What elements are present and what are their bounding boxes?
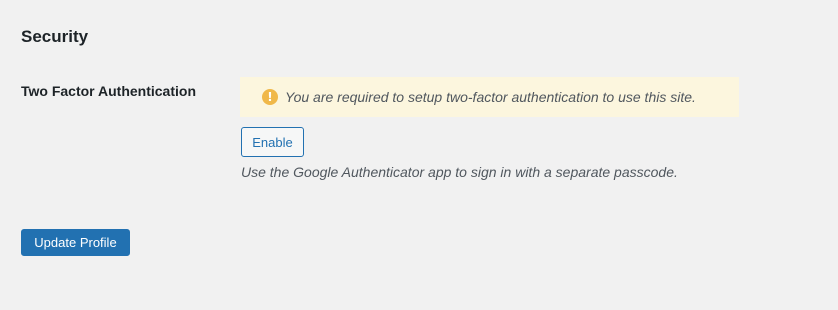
warning-icon: ! [262, 89, 278, 105]
section-title-security: Security [21, 27, 89, 46]
two-factor-label: Two Factor Authentication [21, 83, 196, 99]
two-factor-description: Use the Google Authenticator app to sign… [241, 164, 678, 180]
update-profile-button[interactable]: Update Profile [21, 229, 130, 256]
notice-text: You are required to setup two-factor aut… [285, 89, 696, 105]
enable-button[interactable]: Enable [241, 127, 304, 157]
required-2fa-notice: ! You are required to setup two-factor a… [240, 77, 739, 117]
